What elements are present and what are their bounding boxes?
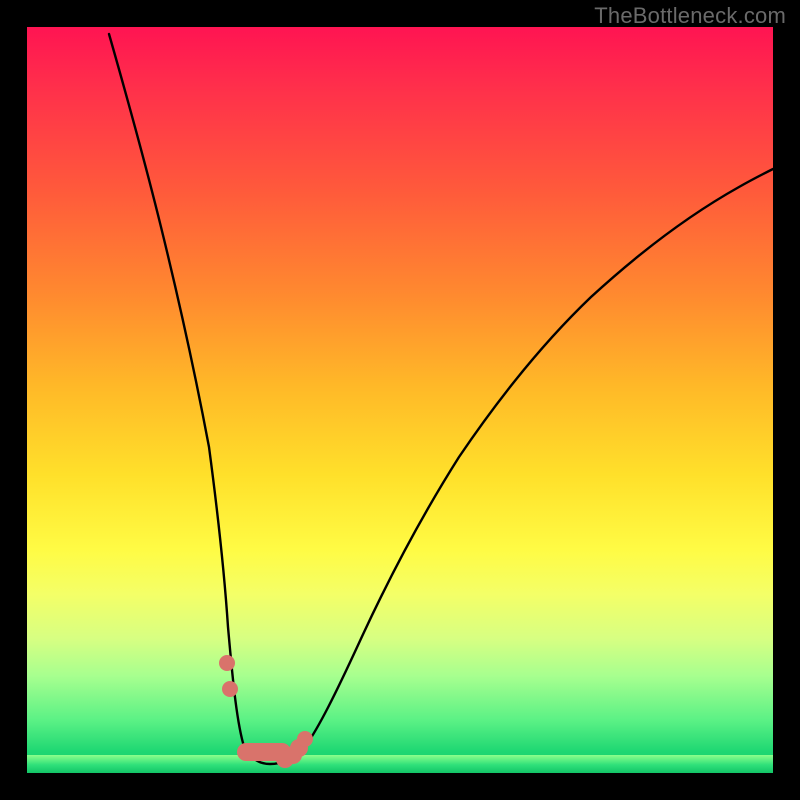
marker-dot [222, 681, 238, 697]
curve-layer [27, 27, 773, 773]
marker-dot [219, 655, 235, 671]
watermark-text: TheBottleneck.com [594, 3, 786, 29]
chart-stage: TheBottleneck.com [0, 0, 800, 800]
marker-dot [297, 731, 313, 747]
bottleneck-curve [109, 34, 773, 764]
